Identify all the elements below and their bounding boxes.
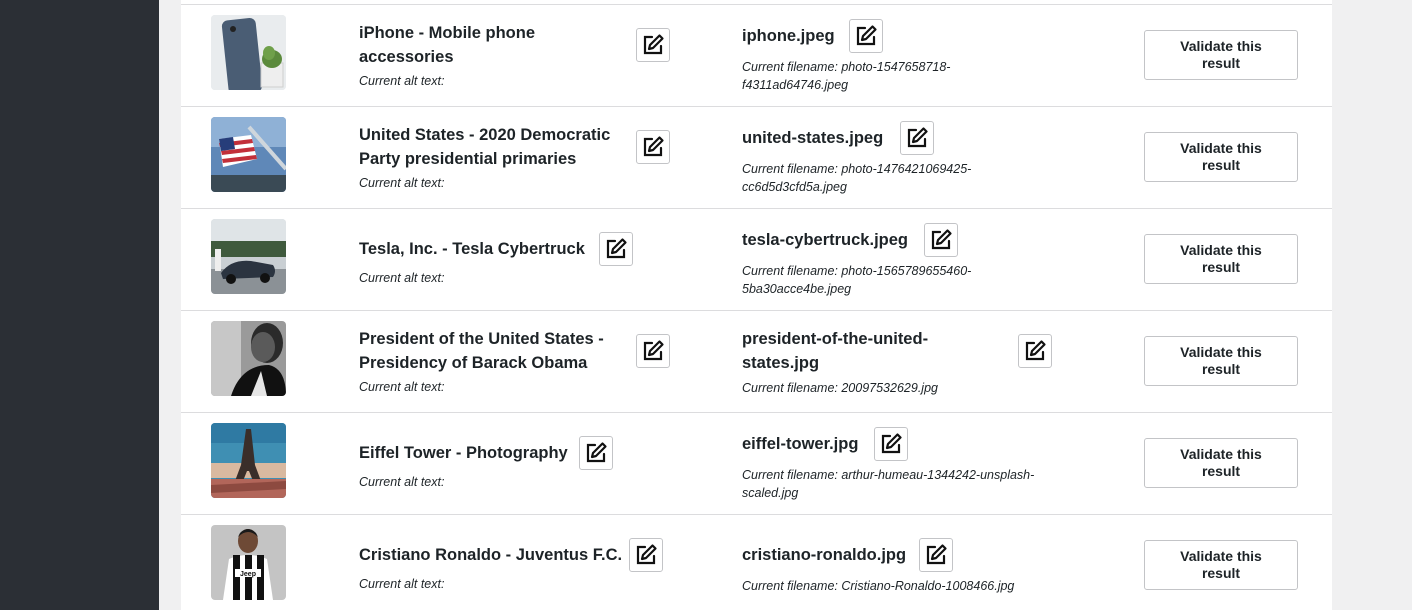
page-title: iPhone - Mobile phone accessories — [359, 24, 535, 66]
iphone-photo-icon — [211, 15, 286, 90]
suggested-filename: tesla-cybertruck.jpeg — [742, 231, 908, 249]
edit-filename-button[interactable] — [1018, 334, 1052, 368]
edit-icon — [643, 34, 664, 55]
edit-icon — [586, 442, 607, 463]
portrait-photo-icon — [211, 321, 286, 396]
table-row: President of the United States - Preside… — [181, 310, 1332, 412]
thumbnail-image — [211, 321, 286, 396]
edit-title-button[interactable] — [636, 334, 670, 368]
edit-icon — [1025, 340, 1046, 361]
thumbnail-image — [211, 15, 286, 90]
edit-icon — [926, 544, 947, 565]
us-flag-photo-icon — [211, 117, 286, 192]
thumbnail-image — [211, 423, 286, 498]
edit-icon — [643, 340, 664, 361]
table-row: Tesla, Inc. - Tesla Cybertruck Current a… — [181, 208, 1332, 310]
table-row: Jeep Cristiano Ronaldo - Juventus F.C. C… — [181, 514, 1332, 610]
validate-result-button[interactable]: Validate this result — [1144, 540, 1298, 590]
current-filename: Current filename: photo-1565789655460-5b… — [742, 264, 972, 296]
thumbnail-image: Jeep — [211, 525, 286, 600]
alt-text-label: Current alt text: — [359, 577, 445, 591]
edit-title-button[interactable] — [636, 28, 670, 62]
page-title: Cristiano Ronaldo - Juventus F.C. — [359, 546, 623, 564]
alt-text-label: Current alt text: — [359, 176, 445, 190]
edit-title-button[interactable] — [579, 436, 613, 470]
edit-icon — [907, 127, 928, 148]
suggested-filename: iphone.jpeg — [742, 27, 835, 45]
edit-icon — [931, 229, 952, 250]
validate-result-button[interactable]: Validate this result — [1144, 132, 1298, 182]
validate-result-button[interactable]: Validate this result — [1144, 234, 1298, 284]
tesla-car-photo-icon — [211, 219, 286, 294]
page-title: Eiffel Tower - Photography — [359, 444, 568, 462]
edit-filename-button[interactable] — [849, 19, 883, 53]
edit-icon — [643, 136, 664, 157]
validate-result-button[interactable]: Validate this result — [1144, 336, 1298, 386]
alt-text-label: Current alt text: — [359, 74, 445, 88]
current-filename: Current filename: photo-1476421069425-cc… — [742, 162, 972, 194]
current-filename: Current filename: photo-1547658718-f4311… — [742, 60, 951, 92]
page-title: President of the United States - Preside… — [359, 330, 604, 372]
alt-text-label: Current alt text: — [359, 271, 445, 285]
suggested-filename: eiffel-tower.jpg — [742, 435, 859, 453]
edit-title-button[interactable] — [636, 130, 670, 164]
alt-text-label: Current alt text: — [359, 380, 445, 394]
page-title: United States - 2020 Democratic Party pr… — [359, 126, 611, 168]
page-title: Tesla, Inc. - Tesla Cybertruck — [359, 240, 585, 258]
football-player-photo-icon: Jeep — [211, 525, 286, 600]
svg-text:Jeep: Jeep — [240, 571, 256, 578]
edit-filename-button[interactable] — [900, 121, 934, 155]
results-table: iPhone - Mobile phone accessories Curren… — [181, 0, 1332, 610]
current-filename: Current filename: arthur-humeau-1344242-… — [742, 468, 1035, 500]
validate-result-button[interactable]: Validate this result — [1144, 30, 1298, 80]
thumbnail-image — [211, 117, 286, 192]
edit-icon — [636, 544, 657, 565]
suggested-filename: united-states.jpeg — [742, 129, 884, 147]
suggested-filename: cristiano-ronaldo.jpg — [742, 546, 907, 564]
edit-title-button[interactable] — [599, 232, 633, 266]
edit-icon — [606, 238, 627, 259]
edit-title-button[interactable] — [629, 538, 663, 572]
current-filename: Current filename: Cristiano-Ronaldo-1008… — [742, 579, 1015, 593]
eiffel-tower-photo-icon — [211, 423, 286, 498]
suggested-filename: president-of-the-united-states.jpg — [742, 330, 929, 372]
edit-icon — [856, 25, 877, 46]
admin-sidebar — [0, 0, 159, 610]
edit-filename-button[interactable] — [919, 538, 953, 572]
alt-text-label: Current alt text: — [359, 475, 445, 489]
thumbnail-image — [211, 219, 286, 294]
table-row: United States - 2020 Democratic Party pr… — [181, 106, 1332, 208]
edit-filename-button[interactable] — [924, 223, 958, 257]
edit-filename-button[interactable] — [874, 427, 908, 461]
validate-result-button[interactable]: Validate this result — [1144, 438, 1298, 488]
current-filename: Current filename: 20097532629.jpg — [742, 381, 938, 395]
edit-icon — [881, 433, 902, 454]
table-row: iPhone - Mobile phone accessories Curren… — [181, 4, 1332, 106]
table-row: Eiffel Tower - Photography Current alt t… — [181, 412, 1332, 514]
